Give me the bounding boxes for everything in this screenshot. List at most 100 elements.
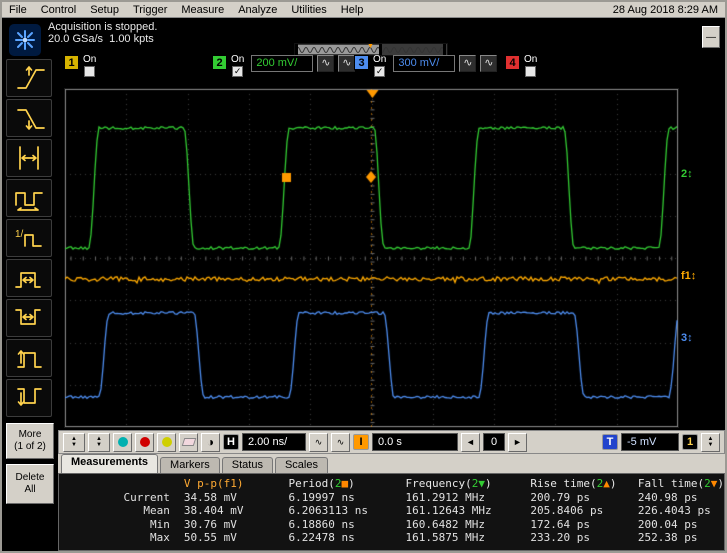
trace-offset-label-f1[interactable]: f1↕ (681, 270, 696, 282)
measurement-value: 38.404 mV (183, 504, 244, 517)
trigger-level-field[interactable]: -5 mV (621, 433, 679, 451)
delay-step-field[interactable]: 0 (483, 433, 505, 451)
hzoom-out-button[interactable]: ∿ (309, 432, 328, 452)
measurement-toolbar: 1/ (6, 59, 52, 417)
menu-bar: File Control Setup Trigger Measure Analyze Uti… (2, 2, 725, 18)
channel-3-scale-field[interactable]: 300 mV/ (393, 55, 456, 72)
measurement-value: 205.8406 ps (530, 504, 604, 517)
menu-items: File Control Setup Trigger Measure Analyze Uti… (9, 4, 363, 16)
timebase-field[interactable]: 2.00 ns/ (242, 433, 306, 451)
delete-all-label: Delete (15, 472, 45, 483)
measure-neg-width-button[interactable] (6, 299, 52, 337)
measurement-value: 226.4043 ps (637, 504, 711, 517)
tab-measurements[interactable]: Measurements (61, 454, 159, 473)
measurement-value: 50.55 mV (183, 531, 237, 544)
channel-2-waveform-button-1[interactable]: ∿ (317, 55, 335, 72)
menu-file[interactable]: File (9, 4, 27, 16)
trigger-level-spinner[interactable]: ▲ ▼ (701, 432, 720, 452)
measure-frequency-button[interactable]: 1/ (6, 219, 52, 257)
measurement-value: 240.98 ps (637, 490, 698, 504)
tab-scales[interactable]: Scales (274, 457, 328, 473)
marker-red-button[interactable] (135, 432, 154, 452)
channel-4-checkbox[interactable] (525, 66, 537, 77)
grid-spinner-2[interactable]: ▲ ▼ (88, 432, 110, 452)
horizontal-toolbar: ▲ ▼ ▲ ▼ ◑ H 2.00 ns/ ∿ ∿ I 0.0 s ◄ 0 ► T… (58, 430, 725, 454)
trace-offset-label-2[interactable]: 2↕ (681, 168, 693, 180)
channel-3-waveform-button-2[interactable]: ∿ (480, 55, 498, 72)
measure-rise-time-button[interactable] (6, 59, 52, 97)
measurement-row-mean: Mean 38.404 mV 6.2063113 ns 161.12643 MHz 20… (85, 504, 724, 518)
menu-help[interactable]: Help (341, 4, 364, 16)
menu-analyze[interactable]: Analyze (238, 4, 277, 16)
marker-cyan-button[interactable] (113, 432, 132, 452)
sine-icon: ∿ (314, 436, 323, 447)
delay-field[interactable]: 0.0 s (372, 433, 458, 451)
channel-3-controls: 3 On ✓ 300 mV/ ∿ ∿ (354, 55, 498, 83)
trace-offset-label-3[interactable]: 3↕ (681, 332, 693, 344)
measurement-row-label: Min (150, 517, 170, 531)
horizontal-tag: H (223, 434, 239, 450)
display-brightness-button[interactable]: ◑ (201, 432, 220, 452)
contrast-icon: ◑ (206, 435, 215, 449)
channel-2-button[interactable]: 2 (212, 55, 227, 70)
measurement-row-label: Max (150, 531, 170, 544)
trigger-source-button[interactable]: 1 (682, 434, 698, 450)
menu-control[interactable]: Control (41, 4, 76, 16)
more-button[interactable]: More (1 of 2) (6, 423, 54, 459)
tab-status[interactable]: Status (221, 457, 273, 473)
menu-utilities[interactable]: Utilities (291, 4, 326, 16)
menu-setup[interactable]: Setup (90, 4, 119, 16)
clock: 28 Aug 2018 8:29 AM (612, 3, 718, 16)
measure-neg-width-icon (15, 309, 41, 325)
hzoom-in-button[interactable]: ∿ (331, 432, 350, 452)
measure-vmin-icon (17, 388, 42, 406)
right-arrow-icon: ► (513, 437, 522, 447)
spin-down-icon: ▼ (71, 442, 77, 448)
measurement-row-min: Min 30.76 mV 6.18860 ns 160.6482 MHz 172.64 … (85, 518, 724, 532)
channel-3-waveform-button-1[interactable]: ∿ (459, 55, 477, 72)
marker-yellow-button[interactable] (157, 432, 176, 452)
collapse-button[interactable]: — (702, 26, 720, 48)
delay-left-button[interactable]: ◄ (461, 432, 480, 452)
eraser-button[interactable] (179, 432, 198, 452)
grid-spinner-1[interactable]: ▲ ▼ (63, 432, 85, 452)
channel-1-checkbox[interactable] (84, 66, 96, 77)
red-dot-icon (139, 437, 150, 447)
channel-1-controls: 1 On (64, 55, 96, 83)
menu-trigger[interactable]: Trigger (133, 4, 167, 16)
channel-3-checkbox[interactable]: ✓ (374, 66, 386, 77)
delay-right-button[interactable]: ► (508, 432, 527, 452)
delete-all-button[interactable]: Delete All (6, 464, 54, 504)
measurement-value: 6.18860 ns (288, 517, 355, 531)
measure-vmax-button[interactable] (6, 339, 52, 377)
measure-period-button[interactable] (6, 179, 52, 217)
sample-rate-status: 20.0 GSa/s 1.00 kpts (48, 33, 154, 45)
channel-1-button[interactable]: 1 (64, 55, 79, 70)
measurements-header-row: V p-p(f1) Period(2■) Frequency(2▼) Rise tim… (85, 477, 724, 491)
channel-2-checkbox[interactable]: ✓ (232, 66, 244, 77)
memory-bar-handle-right[interactable] (443, 44, 446, 55)
measure-pos-width-button[interactable] (6, 259, 52, 297)
tab-markers[interactable]: Markers (160, 457, 220, 473)
channel-2-waveform-button-2[interactable]: ∿ (338, 55, 356, 72)
memory-bar-handle-left[interactable] (295, 44, 298, 55)
measure-delta-time-button[interactable] (6, 139, 52, 177)
measure-delta-time-icon (19, 146, 39, 170)
measure-period-icon (15, 192, 43, 211)
channel-4-on-label: On (524, 54, 538, 65)
measure-fall-time-icon (17, 109, 45, 130)
measure-fall-time-button[interactable] (6, 99, 52, 137)
menu-measure[interactable]: Measure (181, 4, 224, 16)
measurements-panel: V p-p(f1) Period(2■) Frequency(2▼) Rise tim… (58, 473, 725, 551)
spin-down-icon: ▼ (96, 442, 102, 448)
measurements-header-spacer (85, 477, 176, 491)
measure-pos-width-icon (15, 272, 41, 288)
measure-vmin-button[interactable] (6, 379, 52, 417)
scope-display[interactable] (64, 88, 679, 428)
channel-2-scale-field[interactable]: 200 mV/ (251, 55, 314, 72)
channel-4-button[interactable]: 4 (505, 55, 520, 70)
measure-frequency-icon: 1/ (15, 229, 42, 247)
channel-3-button[interactable]: 3 (354, 55, 369, 70)
measurement-value: 160.6482 MHz (405, 517, 485, 531)
tab-bar: Measurements Markers Status Scales (58, 454, 725, 473)
